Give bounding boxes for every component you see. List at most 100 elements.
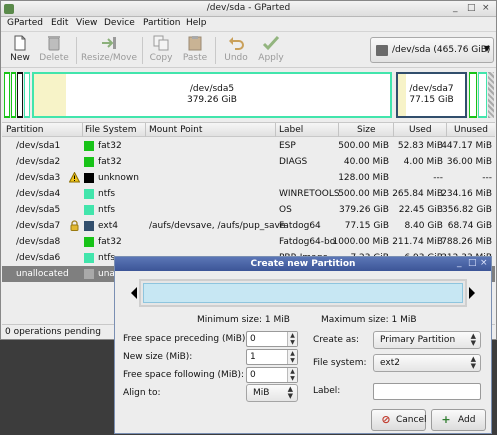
partition-label-input[interactable] <box>373 383 481 400</box>
col-unused[interactable]: Unused <box>454 125 488 135</box>
copy-button[interactable]: Copy <box>148 35 174 63</box>
dropdown-arrow-icon: ▼ <box>483 44 490 53</box>
mount-point: /aufs/devsave, /aufs/pup_save <box>149 221 286 231</box>
harddisk-icon <box>376 45 388 56</box>
spin-down-icon[interactable]: ▼ <box>288 375 297 382</box>
filesystem-name: ext4 <box>98 221 118 231</box>
dialog-close-button[interactable]: × <box>480 258 488 268</box>
col-size[interactable]: Size <box>357 125 375 135</box>
partition-label: Fatdog64 <box>279 221 321 231</box>
dialog-maximize-button[interactable]: □ <box>468 258 477 268</box>
partition-name: /dev/sda6 <box>16 253 61 263</box>
col-used[interactable]: Used <box>409 125 432 135</box>
resize-handle-left[interactable] <box>131 277 137 309</box>
align-label: Align to: <box>123 388 161 398</box>
menu-device[interactable]: Device <box>104 18 135 28</box>
create-as-select[interactable]: Primary Partition ▲ ▼ <box>373 331 481 349</box>
apply-button[interactable]: Apply <box>257 35 285 63</box>
cancel-button[interactable]: ⊘ Cancel <box>371 409 427 431</box>
graph-partition-sda8[interactable] <box>469 72 477 118</box>
partition-label: WINRETOOLS <box>279 189 340 199</box>
new-size-label: New size (MiB): <box>123 352 193 362</box>
spin-up-icon[interactable]: ▲ <box>288 368 297 375</box>
graph-partition-sda1[interactable] <box>4 72 10 118</box>
resize-move-button[interactable]: Resize/Move <box>81 35 137 63</box>
filesystem-name: fat32 <box>98 141 122 151</box>
graph-partition-sda4[interactable] <box>24 72 30 118</box>
resize-arrow-icon <box>102 37 116 49</box>
lock-icon <box>69 220 80 231</box>
device-selector[interactable]: /dev/sda (465.76 GiB) ▼ <box>370 37 494 63</box>
graph-partition-sda3[interactable] <box>17 72 23 118</box>
table-row[interactable]: /dev/sda7 ext4/aufs/devsave, /aufs/pup_sa… <box>2 218 495 234</box>
menu-edit[interactable]: Edit <box>51 18 68 28</box>
new-size-value: 1 <box>250 352 256 362</box>
status-text: 0 operations pending <box>5 327 101 337</box>
partition-used: 265.84 MiB <box>392 189 443 199</box>
align-select[interactable]: MiB ▲ ▼ <box>246 384 298 402</box>
spin-up-icon[interactable]: ▲ <box>288 350 297 357</box>
new-partition-block <box>143 283 463 303</box>
graph-partition-sda2[interactable] <box>11 72 16 118</box>
minimize-button[interactable]: _ <box>453 3 458 13</box>
partition-name: /dev/sda5 <box>16 205 61 215</box>
partition-size: 128.00 MiB <box>338 173 389 183</box>
dialog-minimize-button[interactable]: _ <box>457 258 462 268</box>
col-label[interactable]: Label <box>279 125 303 135</box>
partition-label: ESP <box>279 141 296 151</box>
cancel-label: Cancel <box>396 415 427 425</box>
add-button[interactable]: + Add <box>431 409 486 431</box>
device-selector-label: /dev/sda (465.76 GiB) <box>392 45 491 55</box>
close-button[interactable]: × <box>482 3 490 13</box>
filesystem-name: unknown <box>98 173 139 183</box>
create-partition-dialog: Create new Partition _ □ × Minimum size:… <box>114 256 492 434</box>
col-file-system[interactable]: File System <box>85 125 136 135</box>
table-row[interactable]: /dev/sda8 fat32 Fatdog64-bo 1000.00 MiB 211.… <box>2 234 495 250</box>
menu-help[interactable]: Help <box>186 18 207 28</box>
table-row[interactable]: /dev/sda2 fat32 DIAGS 40.00 MiB 4.00 MiB 36.0… <box>2 154 495 170</box>
free-after-spinner[interactable]: 0 ▲ ▼ <box>246 367 298 383</box>
menu-partition[interactable]: Partition <box>143 18 181 28</box>
toolbar-separator <box>215 37 216 64</box>
partition-label: Fatdog64-bo <box>279 237 336 247</box>
spin-up-icon[interactable]: ▲ <box>288 332 297 339</box>
graph-partition-sda7[interactable]: /dev/sda7 77.15 GiB <box>396 72 467 118</box>
graph-partition-sda5[interactable]: /dev/sda5 379.26 GiB <box>32 72 392 118</box>
warning-icon <box>68 171 81 183</box>
updown-arrow-icon: ▲ ▼ <box>470 332 476 347</box>
file-system-select[interactable]: ext2 ▲ ▼ <box>373 354 481 372</box>
partition-resizer[interactable] <box>139 279 467 307</box>
col-mount-point[interactable]: Mount Point <box>149 125 202 135</box>
table-row[interactable]: /dev/sda4 ntfs WINRETOOLS 500.00 MiB 265.84 … <box>2 186 495 202</box>
menu-gparted[interactable]: GParted <box>7 18 43 28</box>
partition-used: --- <box>433 173 443 183</box>
table-row[interactable]: /dev/sda3 unknown 128.00 MiB --- --- <box>2 170 495 186</box>
menu-view[interactable]: View <box>76 18 97 28</box>
spin-down-icon[interactable]: ▼ <box>288 357 297 364</box>
maximize-button[interactable]: □ <box>467 3 476 13</box>
partition-name: /dev/sda3 <box>16 173 61 183</box>
spin-down-icon[interactable]: ▼ <box>288 339 297 346</box>
title-bar: /dev/sda - GParted _ □ × <box>1 1 496 17</box>
partition-used: 52.83 MiB <box>397 141 443 151</box>
new-size-spinner[interactable]: 1 ▲ ▼ <box>246 349 298 365</box>
graph-partition-sda6[interactable] <box>478 72 487 118</box>
resize-handle-right[interactable] <box>469 277 475 309</box>
graph-unallocated[interactable] <box>488 72 494 118</box>
filesystem-color-swatch <box>84 253 94 263</box>
col-partition[interactable]: Partition <box>6 125 44 135</box>
paste-button[interactable]: Paste <box>181 35 209 63</box>
partition-label: OS <box>279 205 292 215</box>
toolbar-separator <box>142 37 143 64</box>
filesystem-name: ntfs <box>98 189 116 199</box>
max-size-label: Maximum size: 1 MiB <box>321 315 417 325</box>
free-before-spinner[interactable]: 0 ▲ ▼ <box>246 331 298 347</box>
free-after-label: Free space following (MiB): <box>123 370 245 380</box>
new-button[interactable]: New <box>7 35 33 63</box>
partition-size: 500.00 MiB <box>338 189 389 199</box>
table-row[interactable]: /dev/sda5 ntfs OS 379.26 GiB 22.45 GiB 356.82… <box>2 202 495 218</box>
copy-icon <box>153 35 169 51</box>
table-row[interactable]: /dev/sda1 fat32 ESP 500.00 MiB 52.83 MiB 447.… <box>2 138 495 154</box>
delete-button[interactable]: Delete <box>37 35 71 63</box>
undo-button[interactable]: Undo <box>223 35 249 63</box>
